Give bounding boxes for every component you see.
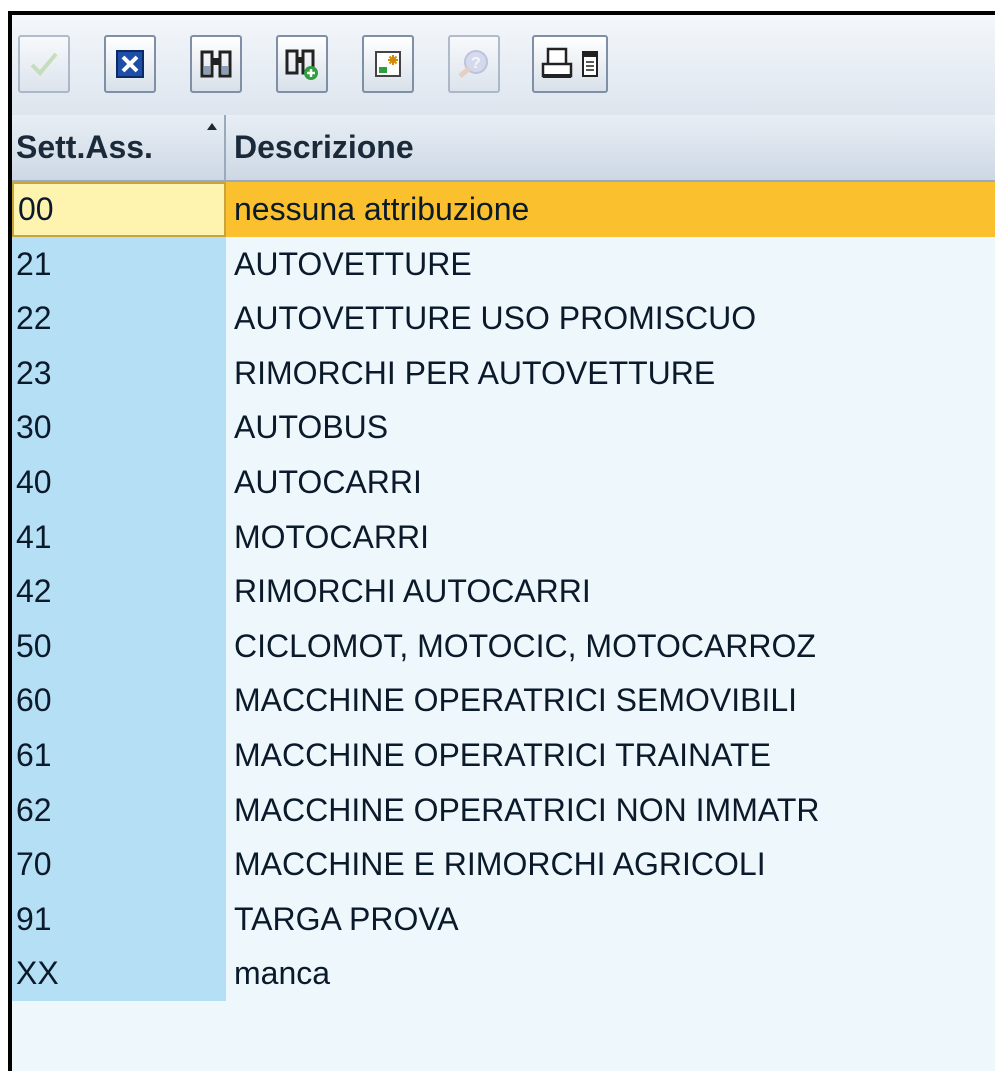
table-row[interactable]: 21 AUTOVETTURE (12, 236, 995, 292)
row-key-cell[interactable]: XX (12, 946, 226, 1001)
row-key-cell[interactable]: 23 (12, 345, 226, 401)
binoculars-plus-icon (285, 49, 318, 80)
column-header-label: Descrizione (234, 129, 414, 165)
column-header-sett-ass[interactable]: Sett.Ass. (12, 115, 226, 180)
row-key-cell[interactable]: 91 (12, 891, 226, 947)
row-description-cell[interactable]: manca (226, 946, 995, 1001)
row-key-cell[interactable]: 42 (12, 564, 226, 619)
table-row[interactable]: XX manca (12, 946, 995, 1001)
row-description-cell[interactable]: nessuna attribuzione (226, 182, 995, 237)
row-description-cell[interactable]: TARGA PROVA (226, 891, 995, 947)
row-key-cell[interactable]: 22 (12, 291, 226, 346)
row-description-cell[interactable]: MACCHINE OPERATRICI SEMOVIBILI (226, 673, 995, 728)
binoculars-icon (200, 50, 232, 78)
new-item-icon (375, 51, 401, 77)
help-button[interactable]: ? (448, 35, 500, 93)
list-icon (582, 51, 598, 77)
row-description-cell[interactable]: AUTOCARRI (226, 454, 995, 510)
find-button[interactable] (190, 35, 242, 93)
new-entry-button[interactable] (362, 35, 414, 93)
table-header: Sett.Ass. Descrizione (12, 115, 995, 182)
sort-ascending-icon (207, 123, 217, 130)
row-key-cell[interactable]: 70 (12, 837, 226, 892)
table-row[interactable]: 62 MACCHINE OPERATRICI NON IMMATR (12, 782, 995, 838)
row-key-cell[interactable]: 00 (12, 182, 226, 237)
table-body: 00 nessuna attribuzione 21 AUTOVETTURE 22 AUT… (12, 182, 995, 1071)
table-row[interactable]: 61 MACCHINE OPERATRICI TRAINATE (12, 727, 995, 783)
row-key-cell[interactable]: 50 (12, 618, 226, 674)
table-row[interactable]: 23 RIMORCHI PER AUTOVETTURE (12, 345, 995, 401)
row-key-cell[interactable]: 61 (12, 727, 226, 783)
row-key-cell[interactable]: 41 (12, 509, 226, 565)
row-description-cell[interactable]: MOTOCARRI (226, 509, 995, 565)
column-header-label: Sett.Ass. (16, 129, 153, 165)
table-row[interactable]: 41 MOTOCARRI (12, 509, 995, 565)
row-description-cell[interactable]: AUTOVETTURE USO PROMISCUO (226, 291, 995, 346)
row-description-cell[interactable]: MACCHINE OPERATRICI TRAINATE (226, 727, 995, 783)
row-key-cell[interactable]: 21 (12, 236, 226, 292)
row-key-cell[interactable]: 30 (12, 400, 226, 455)
toolbar: ? (12, 15, 995, 117)
table-row[interactable]: 42 RIMORCHI AUTOCARRI (12, 564, 995, 619)
row-description-cell[interactable]: RIMORCHI AUTOCARRI (226, 564, 995, 619)
table-row[interactable]: 70 MACCHINE E RIMORCHI AGRICOLI (12, 837, 995, 892)
row-description-cell[interactable]: MACCHINE E RIMORCHI AGRICOLI (226, 837, 995, 892)
row-description-cell[interactable]: CICLOMOT, MOTOCIC, MOTOCARROZ (226, 618, 995, 674)
row-description-cell[interactable]: RIMORCHI PER AUTOVETTURE (226, 345, 995, 401)
close-icon (116, 50, 144, 78)
cancel-button[interactable] (104, 35, 156, 93)
table-row[interactable]: 30 AUTOBUS (12, 400, 995, 455)
row-description-cell[interactable]: MACCHINE OPERATRICI NON IMMATR (226, 782, 995, 838)
row-key-cell[interactable]: 62 (12, 782, 226, 838)
table-row[interactable]: 22 AUTOVETTURE USO PROMISCUO (12, 291, 995, 346)
table-row[interactable]: 91 TARGA PROVA (12, 891, 995, 947)
column-header-descrizione[interactable]: Descrizione (228, 115, 995, 180)
printer-icon (541, 47, 573, 78)
table-row[interactable]: 60 MACCHINE OPERATRICI SEMOVIBILI (12, 673, 995, 728)
find-next-button[interactable] (276, 35, 328, 93)
help-icon: ? (458, 50, 488, 78)
row-key-cell[interactable]: 40 (12, 454, 226, 510)
row-key-cell[interactable]: 60 (12, 673, 226, 728)
table-row[interactable]: 00 nessuna attribuzione (12, 182, 995, 237)
checkmark-icon (30, 52, 58, 76)
value-help-window: ? Sett.Ass. Descrizione 00 nessuna attri… (8, 11, 995, 1071)
print-button[interactable] (532, 35, 608, 93)
row-description-cell[interactable]: AUTOVETTURE (226, 236, 995, 292)
confirm-button[interactable] (18, 35, 70, 93)
row-description-cell[interactable]: AUTOBUS (226, 400, 995, 455)
table-row[interactable]: 50 CICLOMOT, MOTOCIC, MOTOCARROZ (12, 618, 995, 674)
table-row[interactable]: 40 AUTOCARRI (12, 454, 995, 510)
svg-text:?: ? (471, 55, 481, 72)
